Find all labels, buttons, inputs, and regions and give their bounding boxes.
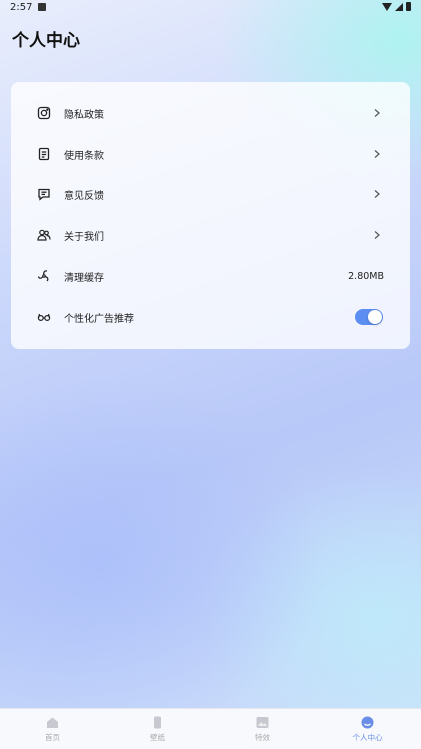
nav-label: 首页 (45, 733, 60, 742)
settings-item-terms[interactable]: 使用条款 (11, 134, 410, 174)
nav-label: 壁纸 (150, 733, 165, 742)
nav-item-home[interactable]: 首页 (0, 709, 105, 749)
image-icon (256, 716, 269, 729)
people-icon (37, 228, 51, 242)
feedback-icon (37, 187, 51, 201)
battery-icon (406, 2, 411, 11)
document-icon (37, 147, 51, 161)
fan-icon (37, 269, 51, 283)
settings-item-personalized-ads: 个性化广告推荐 (11, 297, 410, 337)
chevron-right-icon (372, 230, 382, 240)
settings-item-label: 意见反馈 (64, 190, 104, 202)
settings-item-about[interactable]: 关于我们 (11, 215, 410, 255)
user-icon (361, 716, 374, 729)
settings-item-label: 清理缓存 (64, 272, 104, 284)
wifi-icon (382, 2, 392, 11)
settings-item-label: 个性化广告推荐 (64, 313, 134, 325)
settings-item-label: 隐私政策 (64, 109, 104, 121)
status-indicators (382, 2, 411, 11)
chevron-right-icon (372, 149, 382, 159)
nav-item-effects[interactable]: 特效 (210, 709, 315, 749)
settings-item-feedback[interactable]: 意见反馈 (11, 174, 410, 214)
toggle-knob (368, 310, 382, 324)
settings-item-privacy[interactable]: 隐私政策 (11, 93, 410, 133)
status-time: 2:57 (10, 2, 33, 13)
status-bar: 2:57 (0, 0, 421, 16)
bottom-nav: 首页 壁纸 特效 个人中心 (0, 708, 421, 749)
home-icon (46, 716, 59, 729)
settings-item-label: 使用条款 (64, 150, 104, 162)
nav-label: 特效 (255, 733, 270, 742)
settings-card: 隐私政策 使用条款 意见反馈 关于我们 清理缓存 2.80MB 个性化广告推荐 (11, 82, 410, 349)
chevron-right-icon (372, 108, 382, 118)
phone-icon (151, 716, 164, 729)
chevron-right-icon (372, 189, 382, 199)
glasses-icon (37, 310, 51, 324)
settings-item-label: 关于我们 (64, 231, 104, 243)
cache-size-value: 2.80MB (348, 270, 384, 282)
nav-item-profile[interactable]: 个人中心 (315, 709, 420, 749)
privacy-icon (37, 106, 51, 120)
nav-label: 个人中心 (352, 733, 383, 742)
nav-item-wallpaper[interactable]: 壁纸 (105, 709, 210, 749)
personalized-ads-toggle[interactable] (355, 309, 383, 325)
page-title: 个人中心 (12, 31, 80, 51)
settings-item-clear-cache[interactable]: 清理缓存 2.80MB (11, 256, 410, 296)
signal-icon (395, 2, 403, 11)
notification-icon (38, 3, 46, 11)
